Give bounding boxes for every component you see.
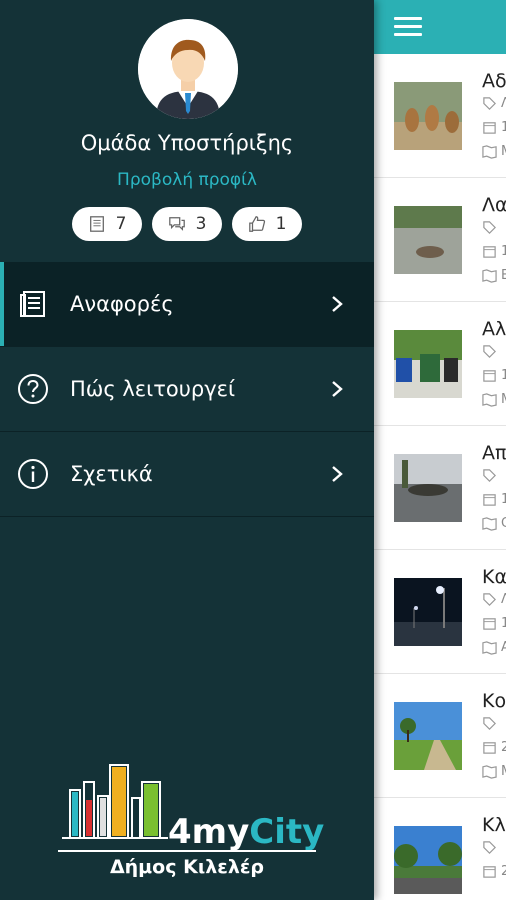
reports-list-pane: Αδ Λ 1 Μ Λα 1 Ε Αλ 1 Μ [374,0,506,900]
report-thumbnail [394,578,462,646]
reports-icon [20,291,45,317]
report-location: Μ [482,764,506,779]
report-thumbnail [394,82,462,150]
report-title: Κα [482,566,506,588]
report-title: Αδ [482,70,506,92]
tag-icon [483,593,496,606]
map-icon [482,269,497,283]
report-category [482,716,501,731]
report-location: Ο [482,516,506,531]
likes-count-badge[interactable]: 1 [232,207,302,241]
help-icon [18,374,48,404]
drawer-menu: Αναφορές Πώς λειτουργεί Σχετικά [0,262,374,517]
report-thumbnail [394,454,462,522]
municipality-name: Δήμος Κιλελέρ [109,856,265,878]
list-item[interactable]: Κο 2 Μ [374,674,506,798]
report-category [482,220,501,235]
chevron-right-icon [332,466,343,482]
report-category [482,840,501,855]
list-item[interactable]: Λα 1 Ε [374,178,506,302]
report-category [482,344,501,359]
report-title: Λα [482,194,506,216]
map-icon [482,145,497,159]
user-name: Ομάδα Υποστήριξης [80,131,294,155]
tag-icon [483,841,496,854]
report-title: Απ [482,442,506,464]
calendar-icon [483,246,496,258]
map-icon [482,765,497,779]
menu-item-about[interactable]: Σχετικά [0,432,374,517]
tag-icon [483,97,496,110]
list-item[interactable]: Κλ 2 [374,798,506,900]
report-location: Μ [482,392,506,407]
calendar-icon [483,618,496,630]
report-thumbnail [394,702,462,770]
reports-count-badge[interactable]: 7 [72,207,142,241]
brand-name: 4myCity [168,812,325,852]
report-location: Ε [482,268,506,283]
comments-icon [168,217,185,231]
report-title: Κλ [482,814,506,836]
report-category: Λ [482,96,506,111]
report-date: 2 [482,740,506,755]
menu-item-reports[interactable]: Αναφορές [0,262,374,347]
list-item[interactable]: Αδ Λ 1 Μ [374,54,506,178]
map-icon [482,393,497,407]
chevron-right-icon [332,296,343,312]
map-icon [482,517,497,531]
reports-count: 7 [115,214,127,234]
report-category [482,468,501,483]
report-thumbnail [394,206,462,274]
calendar-icon [483,122,496,134]
report-location: Α [482,640,506,655]
report-thumbnail [394,826,462,894]
report-title: Αλ [482,318,506,340]
menu-label: Αναφορές [70,292,174,316]
menu-icon[interactable] [394,17,422,37]
view-profile-link[interactable]: Προβολή προφίλ [0,170,374,190]
like-icon [248,216,265,232]
list-item[interactable]: Απ 1 Ο [374,426,506,550]
menu-item-how-it-works[interactable]: Πώς λειτουργεί [0,347,374,432]
report-date: 1 [482,368,506,383]
tag-icon [483,221,496,234]
report-thumbnail [394,330,462,398]
menu-label: Σχετικά [70,462,153,486]
list-item[interactable]: Αλ 1 Μ [374,302,506,426]
report-category: Λ [482,592,506,607]
calendar-icon [483,370,496,382]
menu-label: Πώς λειτουργεί [70,377,236,401]
user-stats: 7 3 1 [72,207,302,241]
calendar-icon [483,494,496,506]
report-date: 1 [482,492,506,507]
report-date: 1 [482,120,506,135]
calendar-icon [483,866,496,878]
chevron-right-icon [332,381,343,397]
app-logo: 4myCity Δήμος Κιλελέρ [0,760,374,890]
list-item[interactable]: Κα Λ 1 Α [374,550,506,674]
top-app-bar [374,0,506,54]
report-title: Κο [482,690,506,712]
navigation-drawer: Ομάδα Υποστήριξης Προβολή προφίλ 7 3 1 Α… [0,0,374,900]
tag-icon [483,717,496,730]
report-date: 1 [482,244,506,259]
report-date: 2 [482,864,506,879]
calendar-icon [483,742,496,754]
tag-icon [483,469,496,482]
report-location: Μ [482,144,506,159]
avatar[interactable] [138,19,238,119]
tag-icon [483,345,496,358]
user-avatar-icon [138,19,238,119]
comments-count: 3 [195,214,207,234]
logo-divider [58,850,316,852]
comments-count-badge[interactable]: 3 [152,207,222,241]
map-icon [482,641,497,655]
reports-icon [89,216,104,232]
info-icon [18,459,48,489]
report-date: 1 [482,616,506,631]
likes-count: 1 [275,214,287,234]
